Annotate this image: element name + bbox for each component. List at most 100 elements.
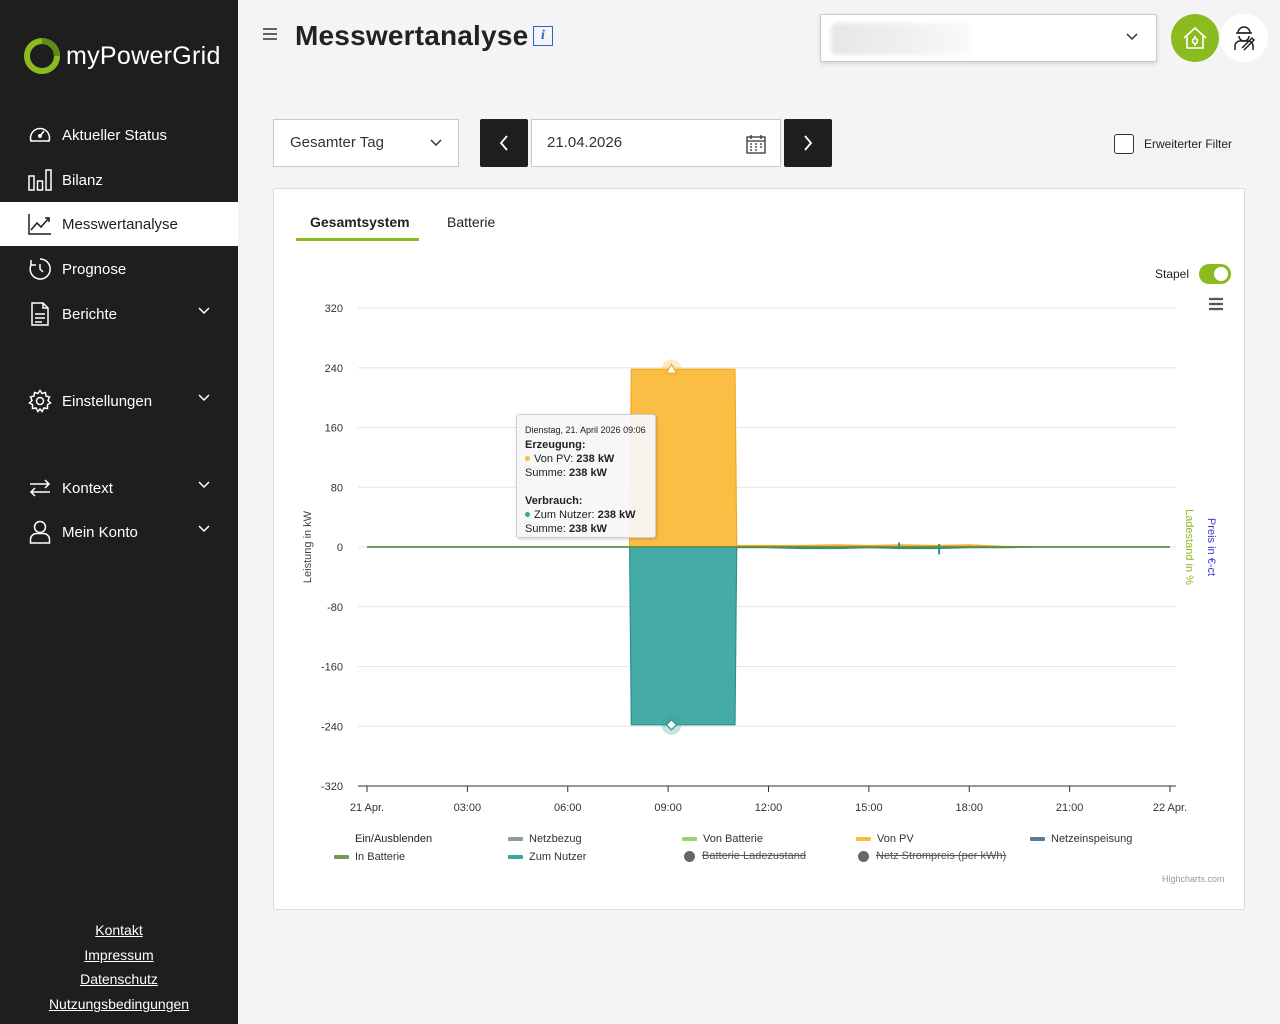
legend-item-von-pv[interactable]: Von PV xyxy=(856,833,914,845)
y-tick-label: -240 xyxy=(321,721,343,733)
sidebar: myPowerGrid Aktueller Status Bilanz Mess… xyxy=(0,0,238,1024)
area-zum-nutzer xyxy=(367,546,1170,726)
info-button[interactable]: i xyxy=(533,26,553,46)
y-axis-title: Leistung in kW xyxy=(302,510,314,583)
legend-swatch xyxy=(856,837,871,841)
brand-logo[interactable]: myPowerGrid xyxy=(24,36,221,76)
context-value-blurred xyxy=(831,23,971,55)
footer-link-datenschutz[interactable]: Datenschutz xyxy=(0,971,238,987)
swap-arrows-icon xyxy=(28,476,52,500)
sidebar-item-aktueller-status[interactable]: Aktueller Status xyxy=(0,113,238,157)
x-tick-label: 15:00 xyxy=(855,802,883,814)
legend-label: Von Batterie xyxy=(703,833,763,845)
legend-item-netzbezug[interactable]: Netzbezug xyxy=(508,833,582,845)
tooltip-pv-value: 238 kW xyxy=(576,453,615,465)
chevron-right-icon xyxy=(804,135,813,151)
footer-link-impressum[interactable]: Impressum xyxy=(0,947,238,963)
sidebar-item-berichte[interactable]: Berichte xyxy=(0,292,238,336)
gauge-icon xyxy=(28,123,52,147)
legend-item-in-batterie[interactable]: In Batterie xyxy=(334,851,405,863)
legend-label: Netz Strompreis (per kWh) xyxy=(876,850,1007,862)
chevron-down-icon xyxy=(1126,33,1138,41)
legend-item-batterie-ladezustand[interactable]: Batterie Ladezustand xyxy=(684,850,806,862)
chart-tooltip: Dienstag, 21. April 2026 09:06 Erzeugung… xyxy=(516,414,656,538)
chevron-down-icon xyxy=(198,481,210,489)
sidebar-item-prognose[interactable]: Prognose xyxy=(0,247,238,291)
sidebar-item-label: Mein Konto xyxy=(62,523,138,541)
line-chart-icon xyxy=(28,212,52,236)
legend-item-zum-nutzer[interactable]: Zum Nutzer xyxy=(508,851,586,863)
clock-icon xyxy=(28,257,52,281)
sidebar-item-mein-konto[interactable]: Mein Konto xyxy=(0,510,238,554)
page-title: Messwertanalyse xyxy=(295,20,529,51)
document-icon xyxy=(28,302,52,326)
legend-label: Netzeinspeisung xyxy=(1051,833,1133,845)
sidebar-item-label: Prognose xyxy=(62,260,127,278)
x-tick-label: 06:00 xyxy=(554,802,582,814)
sidebar-item-bilanz[interactable]: Bilanz xyxy=(0,158,238,202)
legend-label: Batterie Ladezustand xyxy=(702,850,806,862)
next-day-button[interactable] xyxy=(784,119,832,167)
footer-link-kontakt[interactable]: Kontakt xyxy=(0,922,238,938)
calendar-icon[interactable] xyxy=(746,134,766,154)
footer-link-nutzungsbedingungen[interactable]: Nutzungsbedingungen xyxy=(0,996,238,1012)
pv-dot-icon xyxy=(525,456,530,461)
gear-icon xyxy=(28,389,52,413)
chevron-left-icon xyxy=(499,135,508,151)
user-icon xyxy=(28,520,52,544)
extended-filter-label[interactable]: Erweiterter Filter xyxy=(1144,137,1232,151)
legend-dot xyxy=(858,850,869,862)
tooltip-consumption-sum: 238 kW xyxy=(569,523,607,535)
chevron-down-icon xyxy=(198,525,210,533)
legend-swatch xyxy=(508,855,523,859)
y-tick-label: -80 xyxy=(327,602,343,614)
brand-name: myPowerGrid xyxy=(66,41,221,70)
legend-label: In Batterie xyxy=(355,851,406,863)
tooltip-generation-sum-label: Summe: xyxy=(525,467,566,479)
date-input[interactable]: 21.04.2026 xyxy=(531,119,781,167)
y-tick-label: 320 xyxy=(325,303,343,315)
date-input-value: 21.04.2026 xyxy=(547,134,623,151)
legend-label: Von PV xyxy=(877,833,914,845)
tooltip-pv-label: Von PV: xyxy=(534,453,574,465)
sidebar-item-messwertanalyse[interactable]: Messwertanalyse xyxy=(0,202,238,246)
context-select[interactable] xyxy=(820,14,1157,62)
tooltip-generation-header: Erzeugung: xyxy=(525,439,586,451)
area-von-pv xyxy=(367,368,1170,548)
y-tick-label: 80 xyxy=(331,482,343,494)
extended-filter-checkbox[interactable] xyxy=(1114,134,1134,154)
chevron-down-icon xyxy=(198,307,210,315)
y-tick-label: -320 xyxy=(321,781,343,793)
home-button[interactable] xyxy=(1171,14,1219,62)
logo-ring-icon xyxy=(24,38,60,74)
bar-chart-icon xyxy=(28,168,52,192)
legend-item-netzeinspeisung[interactable]: Netzeinspeisung xyxy=(1030,833,1132,845)
y-tick-label: 240 xyxy=(325,363,343,375)
y-tick-label: 0 xyxy=(337,542,343,554)
sidebar-item-kontext[interactable]: Kontext xyxy=(0,466,238,510)
hamburger-menu-icon[interactable] xyxy=(262,26,278,42)
tooltip-user-value: 238 kW xyxy=(597,509,636,521)
chevron-down-icon xyxy=(430,139,442,147)
x-tick-label: 09:00 xyxy=(654,802,682,814)
legend-toggle-all[interactable]: Ein/Ausblenden xyxy=(355,833,432,845)
legend-swatch xyxy=(682,837,697,841)
chart-credits[interactable]: Highcharts.com xyxy=(1162,874,1225,884)
legend-swatch xyxy=(1030,837,1045,841)
legend-swatch xyxy=(334,855,349,859)
tooltip-consumption-sum-label: Summe: xyxy=(525,523,566,535)
y-tick-label: -160 xyxy=(321,662,343,674)
previous-day-button[interactable] xyxy=(480,119,528,167)
x-tick-label: 12:00 xyxy=(755,802,783,814)
period-select[interactable]: Gesamter Tag xyxy=(273,119,459,167)
x-tick-label: 21 Apr. xyxy=(350,802,384,814)
legend-swatch xyxy=(508,837,523,841)
sidebar-item-einstellungen[interactable]: Einstellungen xyxy=(0,379,238,423)
installer-icon xyxy=(1234,26,1256,51)
sidebar-item-label: Berichte xyxy=(62,305,118,323)
legend-item-von-batterie[interactable]: Von Batterie xyxy=(682,833,763,845)
x-tick-label: 21:00 xyxy=(1056,802,1084,814)
legend-item-netz-strompreis[interactable]: Netz Strompreis (per kWh) xyxy=(858,850,1006,862)
sidebar-item-label: Aktueller Status xyxy=(62,126,168,144)
installer-button[interactable] xyxy=(1220,14,1268,62)
